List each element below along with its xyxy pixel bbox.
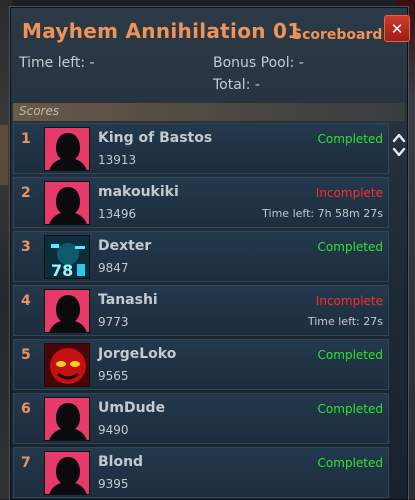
- player-name[interactable]: King of Bastos: [98, 130, 212, 146]
- score-row[interactable]: 5 JorgeLoko 9565 Completed: [13, 339, 389, 390]
- rank-number: 6: [21, 401, 31, 417]
- player-avatar[interactable]: [44, 397, 90, 441]
- score-row[interactable]: 7 Blond 9395 Completed: [13, 447, 389, 498]
- scroll-arrows-icon[interactable]: [392, 131, 406, 159]
- score-row[interactable]: 1 King of Bastos 13913 Completed: [13, 123, 389, 174]
- rank-number: 4: [21, 293, 31, 309]
- svg-text:78: 78: [51, 261, 73, 279]
- time-left-value: Time left: 27s: [307, 315, 383, 328]
- scores-list[interactable]: 1 King of Bastos 13913 Completed 2 makoukiki 1…: [13, 123, 405, 500]
- player-avatar[interactable]: [44, 343, 90, 387]
- player-name[interactable]: makoukiki: [98, 184, 179, 200]
- window-title: Scoreboard: [292, 27, 383, 43]
- completion-status: Completed: [317, 240, 383, 254]
- time-left-value: Time left: 7h 58m 27s: [262, 207, 383, 220]
- player-avatar[interactable]: [44, 181, 90, 225]
- player-score: 9565: [98, 369, 129, 383]
- player-name[interactable]: Blond: [98, 454, 143, 470]
- completion-status: Incomplete: [315, 186, 383, 200]
- score-row[interactable]: 3 78 Dexter 9847 Completed: [13, 231, 389, 282]
- player-avatar[interactable]: [44, 127, 90, 171]
- scores-section-header: Scores: [13, 103, 405, 121]
- score-row[interactable]: 2 makoukiki 13496 Incomplete Time left: 7h 5…: [13, 177, 389, 228]
- player-score: 9490: [98, 423, 129, 437]
- player-avatar[interactable]: [44, 289, 90, 333]
- player-score: 9395: [98, 477, 129, 491]
- rank-number: 3: [21, 239, 31, 255]
- completion-status: Completed: [317, 456, 383, 470]
- player-avatar[interactable]: 78: [44, 235, 90, 279]
- close-button[interactable]: ✕: [384, 15, 410, 42]
- scores-header-label: Scores: [19, 104, 60, 118]
- player-score: 13496: [98, 207, 137, 221]
- score-row[interactable]: 6 UmDude 9490 Completed: [13, 393, 389, 444]
- completion-status: Completed: [317, 402, 383, 416]
- rank-number: 2: [21, 185, 31, 201]
- player-name[interactable]: JorgeLoko: [98, 346, 176, 362]
- rank-number: 7: [21, 455, 31, 471]
- rank-number: 5: [21, 347, 31, 363]
- player-name[interactable]: UmDude: [98, 400, 165, 416]
- completion-status: Completed: [317, 132, 383, 146]
- rank-number: 1: [21, 131, 31, 147]
- player-avatar[interactable]: [44, 451, 90, 495]
- completion-status: Completed: [317, 348, 383, 362]
- score-row[interactable]: 4 Tanashi 9773 Incomplete Time left: 27s: [13, 285, 389, 336]
- player-score: 9773: [98, 315, 129, 329]
- player-score: 13913: [98, 153, 137, 167]
- player-name[interactable]: Tanashi: [98, 292, 158, 308]
- scoreboard-window: Mayhem Annihilation 01 Scoreboard ✕ Time…: [9, 6, 410, 500]
- event-title: Mayhem Annihilation 01: [22, 19, 302, 43]
- bonus-pool-label: Bonus Pool: -: [213, 55, 304, 71]
- player-score: 9847: [98, 261, 129, 275]
- close-icon: ✕: [390, 19, 404, 38]
- player-name[interactable]: Dexter: [98, 238, 151, 254]
- title-bar[interactable]: Mayhem Annihilation 01 Scoreboard ✕: [10, 7, 410, 47]
- background-decoration: [0, 125, 8, 185]
- time-left-label: Time left: -: [19, 55, 95, 71]
- completion-status: Incomplete: [315, 294, 383, 308]
- total-label: Total: -: [213, 77, 260, 93]
